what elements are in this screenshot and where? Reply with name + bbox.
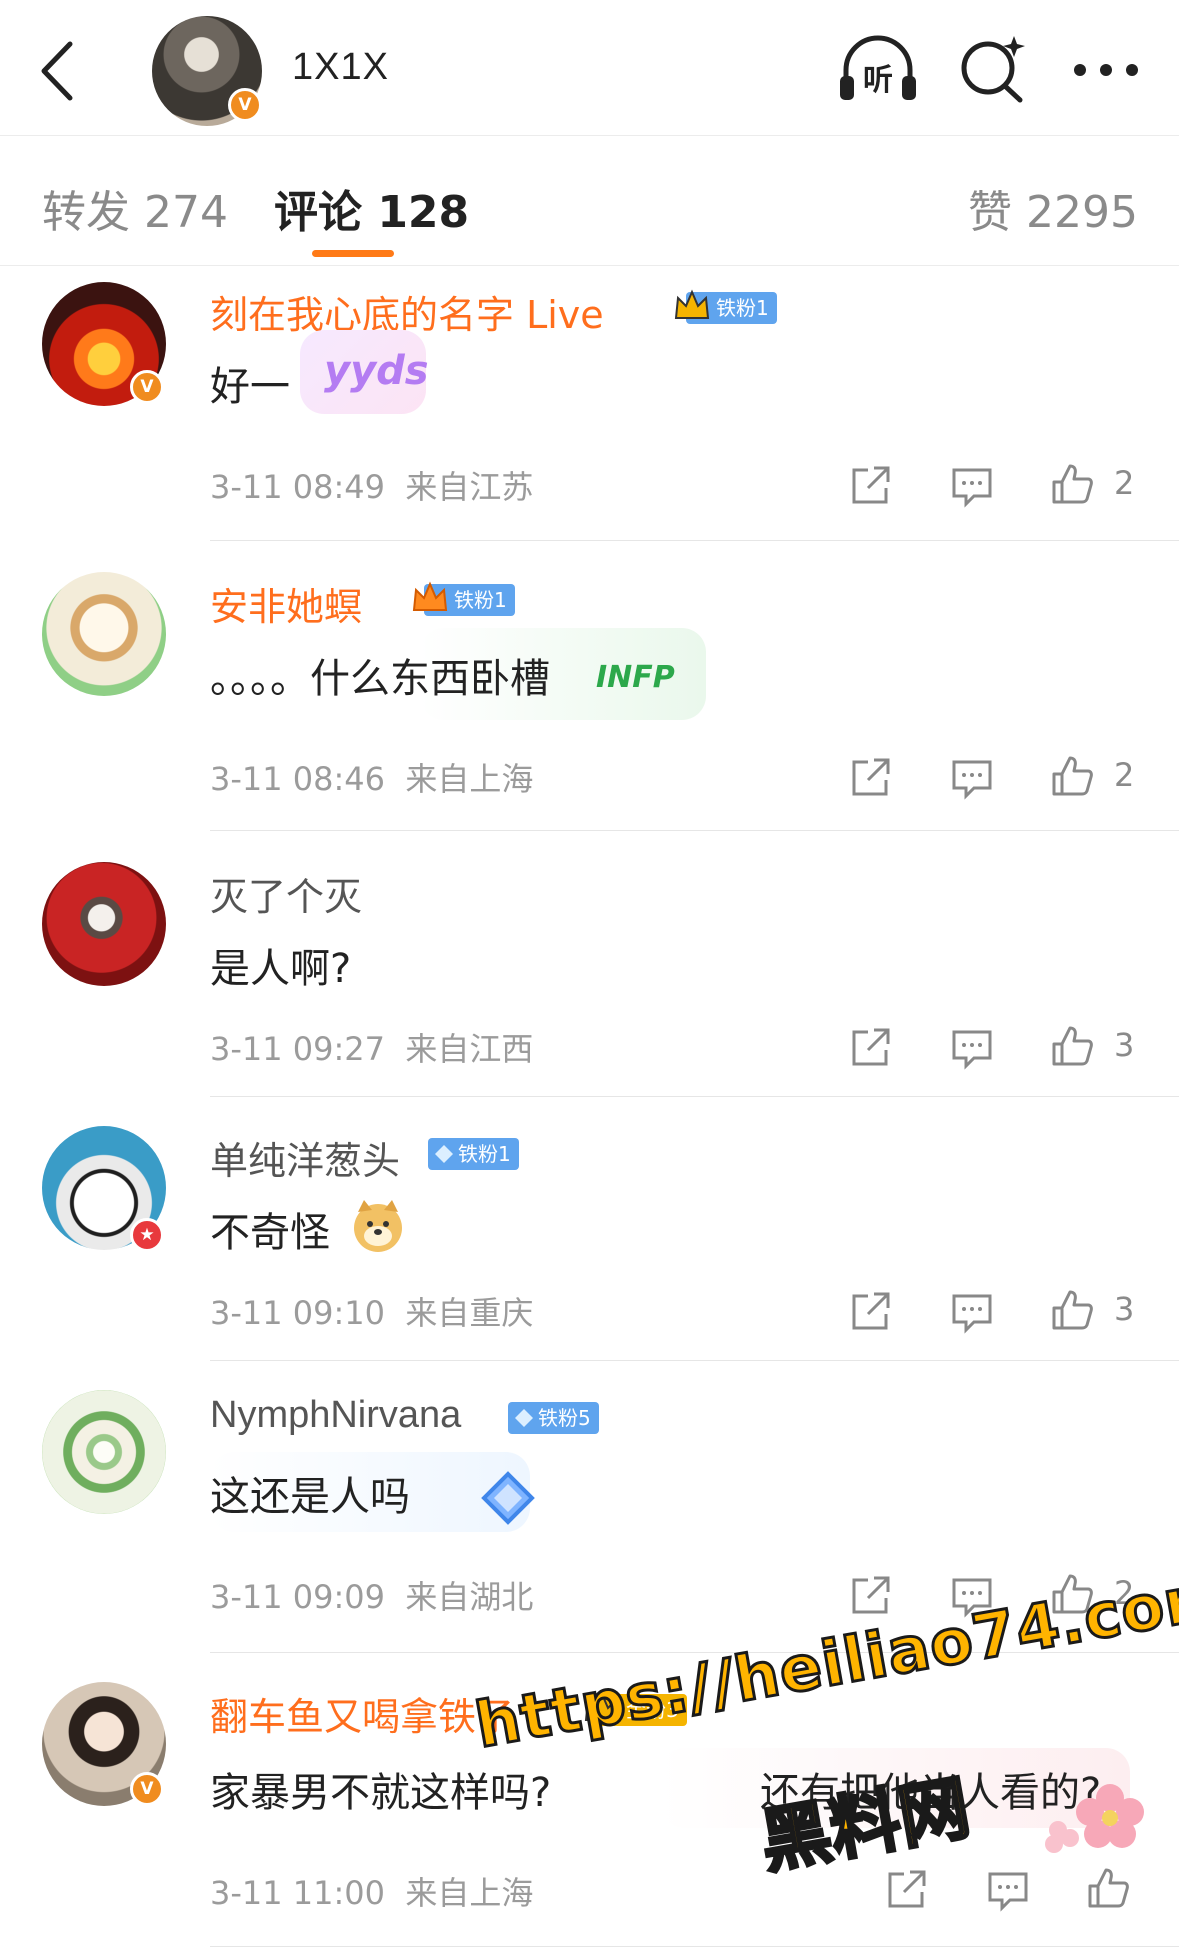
divider <box>210 1946 1179 1947</box>
sticker-text: yyds <box>324 348 429 394</box>
comment-text: 是人啊? <box>210 946 352 992</box>
fan-badge-label: 铁粉5 <box>538 1406 591 1430</box>
comment-item: V 刻在我心底的名字 Live 铁粉1 好一 yyds 3-11 08:49 来… <box>0 266 1179 542</box>
username[interactable]: 安非她螟 <box>210 576 362 631</box>
like-icon[interactable] <box>1086 1866 1130 1910</box>
tab-likes[interactable]: 赞 2295 <box>968 176 1138 240</box>
comment-text: 。。。。什么东西卧槽 <box>210 656 550 702</box>
listen-icon[interactable]: 听 <box>836 32 920 106</box>
verified-badge-icon: V <box>228 88 262 122</box>
comment-text: 这还是人吗 <box>210 1474 410 1520</box>
page-title: 1X1X <box>292 46 389 88</box>
avatar[interactable] <box>42 1390 166 1514</box>
reply-icon[interactable] <box>950 1290 994 1334</box>
reply-icon[interactable] <box>950 756 994 800</box>
more-icon[interactable] <box>1064 32 1148 106</box>
username[interactable]: 单纯洋葱头 <box>210 1130 400 1185</box>
comment-meta: 3-11 11:00 来自上海 <box>210 1868 533 1914</box>
like-count: 3 <box>1114 1290 1135 1328</box>
comment-time: 3-11 08:49 <box>210 468 386 506</box>
comment-time: 3-11 09:10 <box>210 1294 386 1332</box>
comment-location: 来自江苏 <box>405 468 534 506</box>
like-count: 3 <box>1114 1026 1135 1064</box>
comment-time: 3-11 09:27 <box>210 1030 386 1068</box>
crown-icon <box>412 581 448 611</box>
comment-time: 3-11 08:46 <box>210 760 386 798</box>
username[interactable]: NymphNirvana <box>210 1394 461 1437</box>
divider <box>210 1096 1179 1097</box>
comment-location: 来自上海 <box>405 760 534 798</box>
tab-reposts[interactable]: 转发 274 <box>42 176 228 240</box>
search-icon[interactable] <box>950 32 1034 106</box>
chevron-left-icon[interactable] <box>34 38 84 104</box>
fan-badge-label: 铁粉1 <box>454 588 507 612</box>
fan-badge-label: 铁粉1 <box>716 296 769 320</box>
divider <box>210 830 1179 831</box>
share-icon[interactable] <box>848 1574 892 1618</box>
comment-meta: 3-11 08:46 来自上海 <box>210 754 533 800</box>
share-icon[interactable] <box>848 1290 892 1334</box>
like-icon[interactable] <box>1050 462 1094 506</box>
comment-meta: 3-11 09:09 来自湖北 <box>210 1572 533 1618</box>
comment-time: 3-11 11:00 <box>210 1874 386 1912</box>
flower-sticker-icon <box>1045 1784 1144 1853</box>
fan-badge: 铁粉1 <box>674 289 777 324</box>
comment-text: 家暴男不就这样吗? <box>210 1770 552 1816</box>
verified-badge-icon: ★ <box>130 1218 164 1252</box>
comment-meta: 3-11 09:10 来自重庆 <box>210 1288 533 1334</box>
avatar[interactable] <box>42 572 166 696</box>
comment-item: ★ 单纯洋葱头 铁粉1 不奇怪 3-11 09:10 来自重庆 3 <box>0 1112 1179 1364</box>
divider <box>210 540 1179 541</box>
like-count: 2 <box>1114 756 1135 794</box>
comment-text: 不奇怪 <box>210 1210 330 1256</box>
comment-location: 来自重庆 <box>405 1294 534 1332</box>
reply-icon[interactable] <box>986 1868 1030 1912</box>
username[interactable]: 灭了个灭 <box>210 866 362 921</box>
like-icon[interactable] <box>1050 1288 1094 1332</box>
avatar[interactable] <box>42 862 166 986</box>
share-icon[interactable] <box>848 1026 892 1070</box>
comment-text: 好一 <box>210 364 290 410</box>
comment-location: 来自江西 <box>405 1030 534 1068</box>
fan-badge: 铁粉5 <box>508 1402 599 1434</box>
comment-location: 来自湖北 <box>405 1578 534 1616</box>
like-icon[interactable] <box>1050 754 1094 798</box>
diamond-icon <box>515 1409 533 1427</box>
share-icon[interactable] <box>848 756 892 800</box>
share-icon[interactable] <box>848 464 892 508</box>
comment-item: 灭了个灭 是人啊? 3-11 09:27 来自江西 3 <box>0 848 1179 1100</box>
divider <box>210 1360 1179 1361</box>
crown-icon <box>674 289 710 319</box>
fan-badge-label: 铁粉1 <box>458 1142 511 1166</box>
comment-meta: 3-11 08:49 来自江苏 <box>210 462 533 508</box>
fan-badge: 铁粉1 <box>428 1138 519 1170</box>
comment-location: 来自上海 <box>405 1874 534 1912</box>
top-bar: V 1X1X 听 <box>0 0 1179 136</box>
comment-item: 安非她螟 铁粉1 INFP 。。。。什么东西卧槽 3-11 08:46 来自上海… <box>0 558 1179 834</box>
doge-emoji-icon <box>354 1200 402 1252</box>
active-tab-indicator <box>312 250 394 257</box>
like-icon[interactable] <box>1050 1024 1094 1068</box>
username[interactable]: 翻车鱼又喝拿铁了 <box>210 1686 514 1741</box>
listen-label: 听 <box>863 63 893 98</box>
diamond-sticker-icon <box>481 1471 535 1525</box>
sticker-text: INFP <box>596 660 675 695</box>
like-count: 2 <box>1114 464 1135 502</box>
comment-time: 3-11 09:09 <box>210 1578 386 1616</box>
fan-badge: 铁粉1 <box>412 581 515 616</box>
comment-meta: 3-11 09:27 来自江西 <box>210 1024 533 1070</box>
verified-badge-icon: V <box>130 370 164 404</box>
diamond-icon <box>435 1145 453 1163</box>
reply-icon[interactable] <box>950 1026 994 1070</box>
yyds-sticker: yyds <box>300 330 429 414</box>
tab-bar: 转发 274 评论 128 赞 2295 <box>0 136 1179 266</box>
tab-comments[interactable]: 评论 128 <box>274 176 469 240</box>
verified-badge-icon: V <box>130 1772 164 1806</box>
reply-icon[interactable] <box>950 464 994 508</box>
share-icon[interactable] <box>884 1868 928 1912</box>
